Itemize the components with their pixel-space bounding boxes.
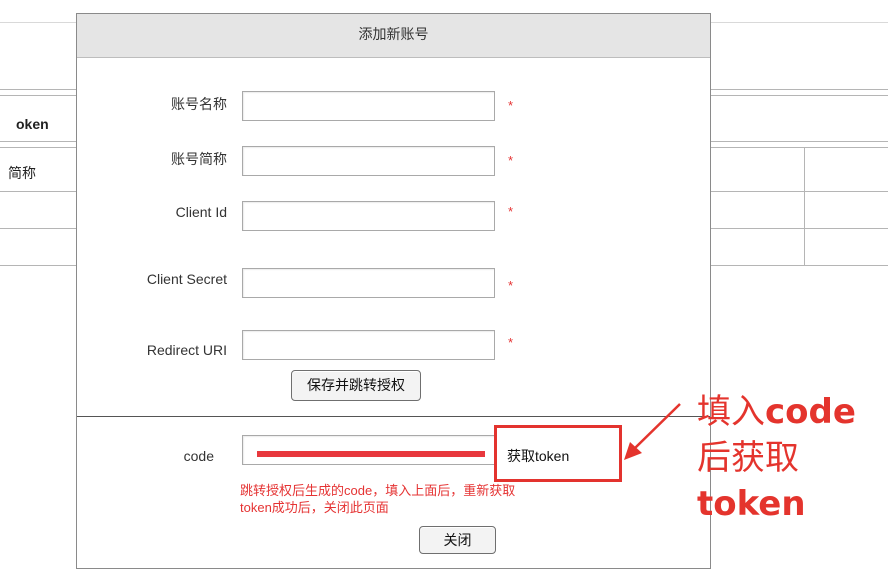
dialog-header: 添加新账号 (77, 14, 710, 58)
background-divider (0, 89, 76, 90)
account-short-name-label: 账号简称 (171, 151, 227, 167)
background-divider (711, 89, 888, 90)
background-divider (0, 147, 76, 148)
hint-line-2: token成功后，关闭此页面 (240, 500, 389, 515)
background-divider (0, 141, 76, 142)
client-secret-label: Client Secret (146, 271, 227, 287)
code-value-highlight (257, 451, 485, 457)
required-mark: * (508, 278, 514, 293)
code-input[interactable] (242, 435, 495, 465)
background-divider (0, 265, 76, 266)
annotation-arrow-icon (624, 403, 681, 460)
background-divider (711, 228, 888, 229)
get-token-label: 获取token (507, 448, 570, 464)
background-divider (0, 228, 76, 229)
required-mark: * (508, 204, 514, 219)
save-and-authorize-button[interactable]: 保存并跳转授权 (291, 370, 421, 401)
client-id-label: Client Id (175, 204, 227, 220)
annotation-line-1: 填入code (697, 392, 856, 432)
required-mark: * (508, 335, 514, 350)
client-secret-input[interactable] (242, 268, 495, 298)
background-divider (711, 147, 888, 148)
annotation-line-2: 后获取 (697, 438, 799, 478)
background-divider (711, 191, 888, 192)
background-divider (711, 141, 888, 142)
background-divider (711, 95, 888, 96)
redirect-uri-label: Redirect URI (146, 342, 227, 358)
background-divider (711, 265, 888, 266)
hint-line-1: 跳转授权后生成的code，填入上面后，重新获取 (240, 483, 516, 498)
background-divider (0, 191, 76, 192)
account-short-name-input[interactable] (242, 146, 495, 176)
background-tab-token[interactable]: oken (16, 116, 49, 132)
close-button[interactable]: 关闭 (419, 526, 496, 554)
hint-text: 跳转授权后生成的code，填入上面后，重新获取 token成功后，关闭此页面 (240, 482, 620, 516)
client-id-input[interactable] (242, 201, 495, 231)
account-name-label: 账号名称 (171, 96, 227, 112)
background-table-header-cell: 简称 (8, 165, 36, 181)
required-mark: * (508, 153, 514, 168)
annotation-line-3: token (697, 484, 806, 524)
redirect-uri-input[interactable] (242, 330, 495, 360)
dialog-title: 添加新账号 (358, 26, 429, 42)
code-label: code (183, 448, 214, 464)
annotation-text: 填入code 后获取 token (697, 389, 887, 527)
required-mark: * (508, 98, 514, 113)
account-name-input[interactable] (242, 91, 495, 121)
background-divider (0, 95, 76, 96)
background-table-column-line (804, 147, 805, 266)
